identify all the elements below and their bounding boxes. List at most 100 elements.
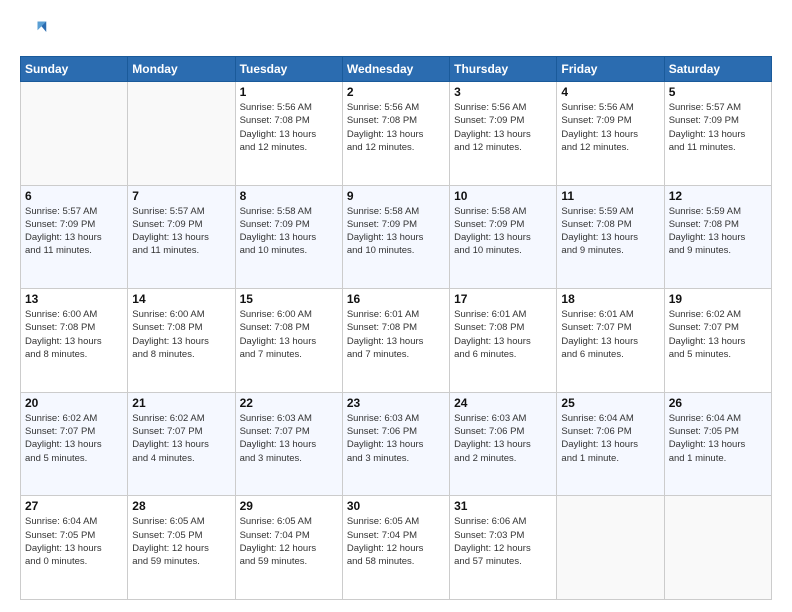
weekday-header: Saturday <box>664 57 771 82</box>
calendar-week-row: 1 Sunrise: 5:56 AM Sunset: 7:08 PM Daylig… <box>21 82 772 186</box>
day-number: 20 <box>25 396 123 410</box>
day-number: 13 <box>25 292 123 306</box>
calendar-cell: 27 Sunrise: 6:04 AM Sunset: 7:05 PM Dayli… <box>21 496 128 600</box>
day-number: 16 <box>347 292 445 306</box>
day-info: Sunrise: 6:04 AM Sunset: 7:06 PM Dayligh… <box>561 412 659 465</box>
calendar-cell: 25 Sunrise: 6:04 AM Sunset: 7:06 PM Dayli… <box>557 392 664 496</box>
day-number: 12 <box>669 189 767 203</box>
day-info: Sunrise: 5:56 AM Sunset: 7:09 PM Dayligh… <box>561 101 659 154</box>
day-number: 8 <box>240 189 338 203</box>
day-number: 15 <box>240 292 338 306</box>
calendar-table: SundayMondayTuesdayWednesdayThursdayFrid… <box>20 56 772 600</box>
day-info: Sunrise: 5:57 AM Sunset: 7:09 PM Dayligh… <box>25 205 123 258</box>
day-number: 30 <box>347 499 445 513</box>
calendar-cell: 12 Sunrise: 5:59 AM Sunset: 7:08 PM Dayli… <box>664 185 771 289</box>
logo <box>20 18 52 46</box>
calendar-cell: 6 Sunrise: 5:57 AM Sunset: 7:09 PM Daylig… <box>21 185 128 289</box>
day-number: 17 <box>454 292 552 306</box>
calendar-cell: 24 Sunrise: 6:03 AM Sunset: 7:06 PM Dayli… <box>450 392 557 496</box>
day-number: 24 <box>454 396 552 410</box>
calendar-cell <box>557 496 664 600</box>
day-info: Sunrise: 6:02 AM Sunset: 7:07 PM Dayligh… <box>25 412 123 465</box>
day-info: Sunrise: 6:05 AM Sunset: 7:04 PM Dayligh… <box>240 515 338 568</box>
day-number: 11 <box>561 189 659 203</box>
day-number: 4 <box>561 85 659 99</box>
day-number: 23 <box>347 396 445 410</box>
calendar-cell: 4 Sunrise: 5:56 AM Sunset: 7:09 PM Daylig… <box>557 82 664 186</box>
day-number: 6 <box>25 189 123 203</box>
calendar-cell: 2Sunrise: 5:56 AM Sunset: 7:08 PM Daylig… <box>342 82 449 186</box>
day-info: Sunrise: 6:00 AM Sunset: 7:08 PM Dayligh… <box>240 308 338 361</box>
calendar-cell: 30Sunrise: 6:05 AM Sunset: 7:04 PM Dayli… <box>342 496 449 600</box>
day-info: Sunrise: 6:03 AM Sunset: 7:06 PM Dayligh… <box>454 412 552 465</box>
day-number: 3 <box>454 85 552 99</box>
day-info: Sunrise: 6:05 AM Sunset: 7:05 PM Dayligh… <box>132 515 230 568</box>
day-number: 14 <box>132 292 230 306</box>
day-info: Sunrise: 6:01 AM Sunset: 7:08 PM Dayligh… <box>454 308 552 361</box>
calendar-cell: 23 Sunrise: 6:03 AM Sunset: 7:06 PM Dayli… <box>342 392 449 496</box>
day-number: 19 <box>669 292 767 306</box>
day-info: Sunrise: 5:58 AM Sunset: 7:09 PM Dayligh… <box>454 205 552 258</box>
day-number: 21 <box>132 396 230 410</box>
calendar-cell: 13Sunrise: 6:00 AM Sunset: 7:08 PM Dayli… <box>21 289 128 393</box>
day-number: 1 <box>240 85 338 99</box>
calendar-week-row: 20 Sunrise: 6:02 AM Sunset: 7:07 PM Dayli… <box>21 392 772 496</box>
day-info: Sunrise: 6:04 AM Sunset: 7:05 PM Dayligh… <box>25 515 123 568</box>
calendar-cell: 3 Sunrise: 5:56 AM Sunset: 7:09 PM Daylig… <box>450 82 557 186</box>
day-info: Sunrise: 6:03 AM Sunset: 7:06 PM Dayligh… <box>347 412 445 465</box>
day-info: Sunrise: 6:00 AM Sunset: 7:08 PM Dayligh… <box>132 308 230 361</box>
calendar-week-row: 27 Sunrise: 6:04 AM Sunset: 7:05 PM Dayli… <box>21 496 772 600</box>
calendar-cell: 10 Sunrise: 5:58 AM Sunset: 7:09 PM Dayli… <box>450 185 557 289</box>
day-info: Sunrise: 5:57 AM Sunset: 7:09 PM Dayligh… <box>132 205 230 258</box>
calendar-cell: 9 Sunrise: 5:58 AM Sunset: 7:09 PM Daylig… <box>342 185 449 289</box>
day-info: Sunrise: 5:59 AM Sunset: 7:08 PM Dayligh… <box>669 205 767 258</box>
weekday-header: Sunday <box>21 57 128 82</box>
logo-icon <box>20 18 48 46</box>
calendar-cell <box>21 82 128 186</box>
day-info: Sunrise: 6:02 AM Sunset: 7:07 PM Dayligh… <box>669 308 767 361</box>
day-info: Sunrise: 5:58 AM Sunset: 7:09 PM Dayligh… <box>240 205 338 258</box>
calendar-cell: 26Sunrise: 6:04 AM Sunset: 7:05 PM Dayli… <box>664 392 771 496</box>
calendar-week-row: 13 Sunrise: 6:00 AM Sunset: 7:08 PM Dayli… <box>21 289 772 393</box>
weekday-header: Wednesday <box>342 57 449 82</box>
calendar-cell: 22Sunrise: 6:03 AM Sunset: 7:07 PM Dayli… <box>235 392 342 496</box>
day-number: 22 <box>240 396 338 410</box>
weekday-header: Monday <box>128 57 235 82</box>
day-info: Sunrise: 5:58 AM Sunset: 7:09 PM Dayligh… <box>347 205 445 258</box>
day-number: 9 <box>347 189 445 203</box>
calendar-cell: 20 Sunrise: 6:02 AM Sunset: 7:07 PM Dayli… <box>21 392 128 496</box>
day-number: 28 <box>132 499 230 513</box>
day-number: 7 <box>132 189 230 203</box>
day-info: Sunrise: 6:04 AM Sunset: 7:05 PM Dayligh… <box>669 412 767 465</box>
calendar-cell: 5Sunrise: 5:57 AM Sunset: 7:09 PM Daylig… <box>664 82 771 186</box>
calendar-cell: 1Sunrise: 5:56 AM Sunset: 7:08 PM Daylig… <box>235 82 342 186</box>
day-number: 29 <box>240 499 338 513</box>
calendar-cell: 15 Sunrise: 6:00 AM Sunset: 7:08 PM Dayli… <box>235 289 342 393</box>
calendar-cell: 7 Sunrise: 5:57 AM Sunset: 7:09 PM Daylig… <box>128 185 235 289</box>
day-number: 25 <box>561 396 659 410</box>
day-info: Sunrise: 6:01 AM Sunset: 7:08 PM Dayligh… <box>347 308 445 361</box>
day-number: 10 <box>454 189 552 203</box>
day-info: Sunrise: 6:01 AM Sunset: 7:07 PM Dayligh… <box>561 308 659 361</box>
calendar-cell <box>664 496 771 600</box>
calendar-cell <box>128 82 235 186</box>
calendar-cell: 29 Sunrise: 6:05 AM Sunset: 7:04 PM Dayli… <box>235 496 342 600</box>
calendar-cell: 14 Sunrise: 6:00 AM Sunset: 7:08 PM Dayli… <box>128 289 235 393</box>
calendar-cell: 28 Sunrise: 6:05 AM Sunset: 7:05 PM Dayli… <box>128 496 235 600</box>
day-info: Sunrise: 5:56 AM Sunset: 7:08 PM Dayligh… <box>347 101 445 154</box>
day-number: 31 <box>454 499 552 513</box>
calendar-cell: 8 Sunrise: 5:58 AM Sunset: 7:09 PM Daylig… <box>235 185 342 289</box>
day-number: 27 <box>25 499 123 513</box>
day-info: Sunrise: 5:57 AM Sunset: 7:09 PM Dayligh… <box>669 101 767 154</box>
weekday-header: Friday <box>557 57 664 82</box>
day-info: Sunrise: 6:02 AM Sunset: 7:07 PM Dayligh… <box>132 412 230 465</box>
calendar-cell: 11 Sunrise: 5:59 AM Sunset: 7:08 PM Dayli… <box>557 185 664 289</box>
day-info: Sunrise: 6:06 AM Sunset: 7:03 PM Dayligh… <box>454 515 552 568</box>
day-info: Sunrise: 5:59 AM Sunset: 7:08 PM Dayligh… <box>561 205 659 258</box>
header <box>20 18 772 46</box>
calendar-cell: 17 Sunrise: 6:01 AM Sunset: 7:08 PM Dayli… <box>450 289 557 393</box>
calendar-week-row: 6 Sunrise: 5:57 AM Sunset: 7:09 PM Daylig… <box>21 185 772 289</box>
calendar-cell: 21 Sunrise: 6:02 AM Sunset: 7:07 PM Dayli… <box>128 392 235 496</box>
day-info: Sunrise: 5:56 AM Sunset: 7:09 PM Dayligh… <box>454 101 552 154</box>
weekday-header: Tuesday <box>235 57 342 82</box>
